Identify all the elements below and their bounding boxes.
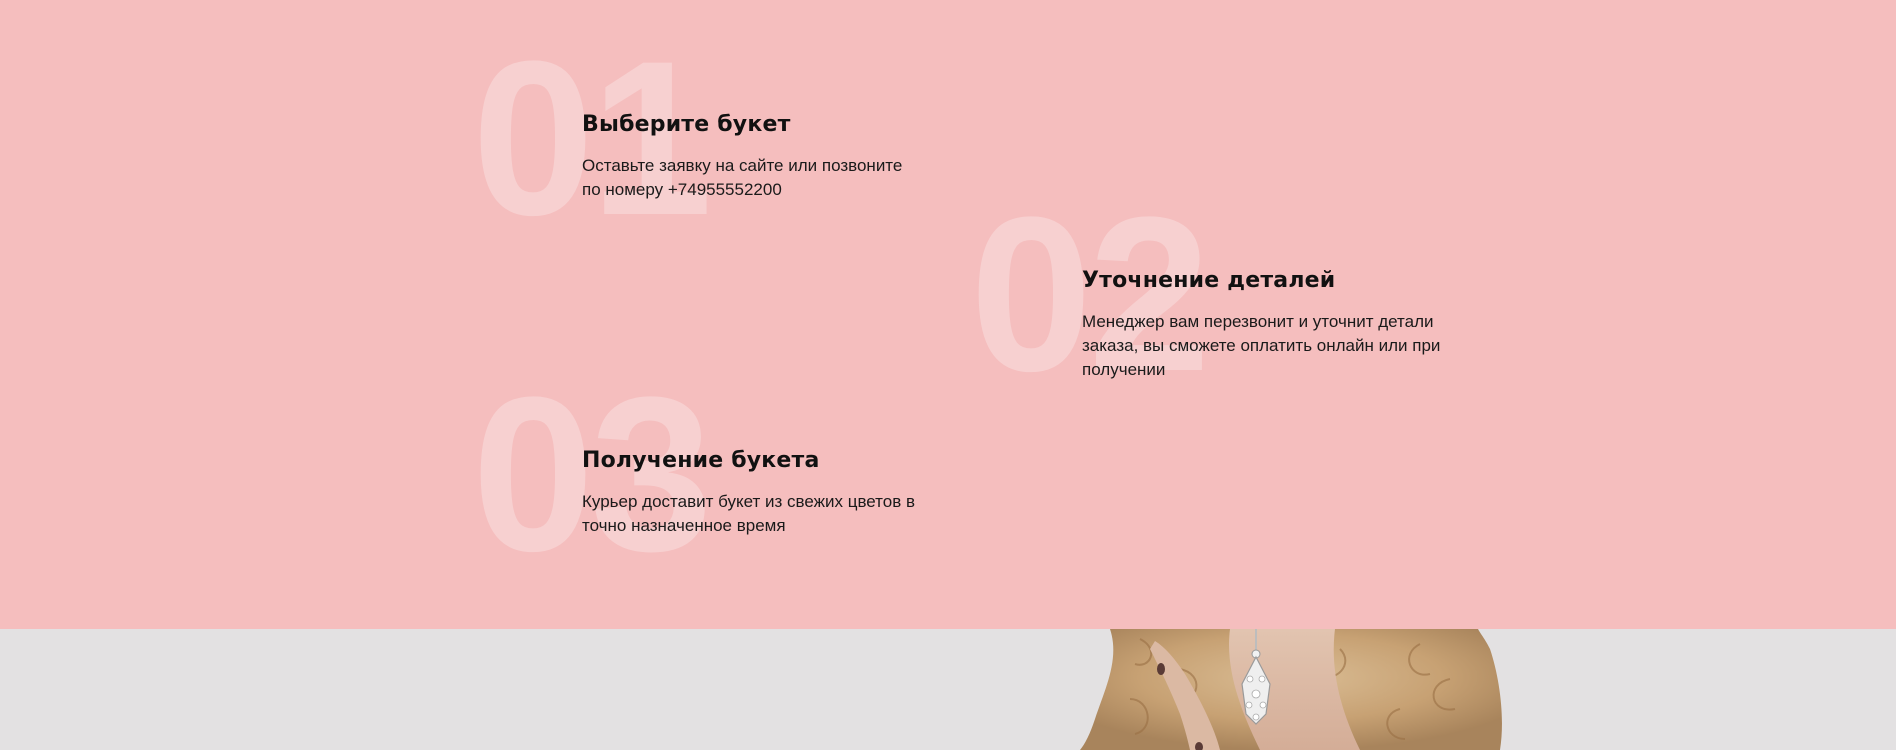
woman-photo-banner [0,629,1896,750]
step-1-description: Оставьте заявку на сайте или позвоните п… [582,156,903,199]
step-1-title: Выберите букет [582,112,791,137]
step-3-number: 03 [472,351,713,597]
step-3-description: Курьер доставит букет из свежих цветов в… [582,492,916,535]
steps-section: 01 Выберите букет Оставьте заявку на сай… [0,0,1896,629]
step-3-title: Получение букета [582,448,820,473]
woman-hair-earring-image [1080,629,1502,750]
step-2-description: Менеджер вам перезвонит и уточнит детали… [1082,312,1441,379]
step-1-number: 01 [472,15,713,261]
step-2-title: Уточнение деталей [1082,268,1336,293]
